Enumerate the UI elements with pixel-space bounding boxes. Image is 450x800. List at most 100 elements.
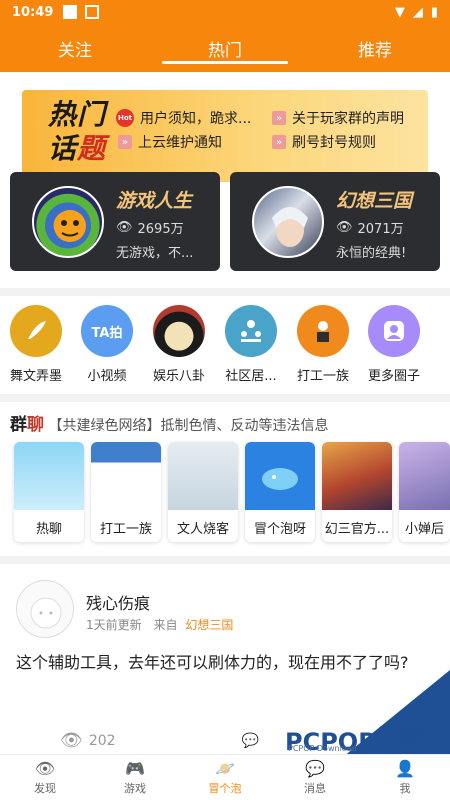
- group-chat-notice: 【共建绿色网络】抵制色情、反动等违法信息: [48, 418, 329, 434]
- hot-topic-item[interactable]: » 刷号封号规则: [272, 132, 376, 152]
- section-divider: [0, 556, 450, 564]
- notification-icon: [63, 5, 78, 19]
- eye-icon: 👁: [34, 759, 56, 778]
- group-thumbnail: [168, 442, 238, 510]
- circle-label: 更多圈子: [367, 369, 420, 384]
- game-description: 无游戏，不...: [116, 246, 194, 261]
- group-card[interactable]: 幻三官方...: [322, 442, 392, 542]
- group-label: 打工一族: [99, 522, 152, 537]
- nav-discover[interactable]: 👁 发现: [0, 755, 90, 800]
- whale-icon: [245, 442, 315, 510]
- post-source-link[interactable]: 幻想三国: [185, 618, 233, 632]
- circle-shequjumin[interactable]: 社区居...: [221, 305, 281, 384]
- tab-hot[interactable]: 热门: [150, 24, 300, 72]
- circle-label: 娱乐八卦: [152, 369, 205, 384]
- watermark-sub: PCPOP Download: [288, 744, 357, 753]
- group-thumbnail: [399, 442, 450, 510]
- user-icon: 👤: [395, 759, 415, 778]
- hot-topic-item[interactable]: Hot 用户须知，跪求...: [116, 108, 251, 128]
- section-divider: [0, 394, 450, 402]
- game-card-huanxiangsanguo[interactable]: 幻想三国 👁 2071万 永恒的经典!: [230, 172, 440, 271]
- game-card-youxirensheng[interactable]: 游戏人生 👁 2695万 无游戏，不...: [10, 172, 220, 271]
- circle-dagongyizu[interactable]: 打工一族: [293, 305, 353, 384]
- group-card[interactable]: 小婵后: [399, 442, 450, 542]
- circle-more[interactable]: 更多圈子: [364, 305, 424, 384]
- status-bar: 10:49 ▼ ◢ ▮: [0, 0, 450, 24]
- group-title-b: 聊: [27, 415, 44, 435]
- circle-label: 舞文弄墨: [9, 369, 62, 384]
- post-from-label: 来自: [153, 618, 178, 632]
- group-label: 冒个泡呀: [253, 522, 306, 537]
- nav-messages[interactable]: 💬 消息: [270, 755, 360, 800]
- cloud-icon: [14, 442, 84, 510]
- group-card[interactable]: 打工一族: [91, 442, 161, 542]
- game-name: 幻想三国: [336, 190, 413, 212]
- eye-icon: 👁: [60, 730, 83, 751]
- group-card[interactable]: 文人烧客: [168, 442, 238, 542]
- group-label: 幻三官方...: [324, 522, 390, 537]
- eye-icon: 👁: [336, 220, 353, 235]
- post-view-count: 202: [88, 732, 116, 749]
- wifi-icon: ▼: [394, 4, 405, 20]
- chat-icon: 💬: [305, 759, 325, 778]
- hot-topic-label: 用户须知，跪求...: [140, 111, 252, 127]
- circle-wuwennongmo[interactable]: 舞文弄墨: [6, 305, 66, 384]
- hot-topic-label: 刷号封号规则: [292, 135, 376, 151]
- hot-topic-label: 关于玩家群的声明: [292, 111, 404, 127]
- hot-topic-label: 上云维护通知: [138, 135, 222, 151]
- top-tab-bar: 关注 热门 推荐: [0, 24, 450, 72]
- group-card[interactable]: 热聊: [14, 442, 84, 542]
- signal-icon: ◢: [412, 4, 423, 20]
- video-icon: TA拍: [81, 305, 133, 357]
- hot-topics-banner: 热门 话题 Hot 用户须知，跪求... » 关于玩家群的声明 » 上云维护通知…: [22, 90, 428, 182]
- group-thumbnail: [91, 442, 161, 510]
- quill-icon: [10, 305, 62, 357]
- community-icon: [225, 305, 277, 357]
- circle-xiaoshipin[interactable]: TA拍 小视频: [77, 305, 137, 384]
- hot-topics-title: 热门 话题: [48, 98, 106, 166]
- post-username[interactable]: 残心伤痕: [86, 590, 150, 614]
- avatar[interactable]: [16, 580, 74, 638]
- nav-label: 我: [399, 782, 411, 795]
- post-meta: 1天前更新 来自 幻想三国: [86, 616, 233, 633]
- group-label: 小婵后: [404, 522, 444, 537]
- gamepad-icon: 🎮: [125, 759, 145, 778]
- double-arrow-icon: »: [118, 135, 132, 149]
- battery-icon: ▮: [430, 4, 438, 20]
- tab-recommend[interactable]: 推荐: [300, 24, 450, 72]
- group-chat-header: 群聊 【共建绿色网络】抵制色情、反动等违法信息: [10, 410, 328, 435]
- game-description: 永恒的经典!: [336, 246, 407, 261]
- opera-mask-icon: [153, 305, 205, 357]
- nav-label: 冒个泡: [208, 782, 242, 795]
- nav-label: 游戏: [124, 782, 146, 795]
- group-thumbnail: [322, 442, 392, 510]
- hot-topic-item[interactable]: » 上云维护通知: [118, 132, 222, 152]
- game-views: 👁 2695万: [116, 218, 184, 237]
- hot-title-char-a: 话: [48, 132, 78, 165]
- circles-row: 舞文弄墨 TA拍 小视频 娱乐八卦 社区居... 打工一族 更多圈子: [0, 305, 450, 385]
- worker-icon: [297, 305, 349, 357]
- nav-label: 发现: [34, 782, 56, 795]
- circle-yulebagua[interactable]: 娱乐八卦: [149, 305, 209, 384]
- eye-icon: 👁: [116, 220, 133, 235]
- group-label: 文人烧客: [176, 522, 229, 537]
- double-arrow-icon: »: [272, 111, 286, 125]
- game-avatar: [32, 186, 104, 258]
- circle-label: 社区居...: [225, 369, 277, 384]
- game-views-count: 2071万: [357, 222, 404, 237]
- hot-topic-item[interactable]: » 关于玩家群的声明: [272, 108, 404, 128]
- nav-bubble[interactable]: 🪐 冒个泡: [180, 755, 270, 800]
- tab-follow[interactable]: 关注: [0, 24, 150, 72]
- group-card[interactable]: 冒个泡呀: [245, 442, 315, 542]
- double-arrow-icon: »: [272, 135, 286, 149]
- user-group-icon: [368, 305, 420, 357]
- circle-label: 打工一族: [296, 369, 349, 384]
- hot-title-char-b: 题: [77, 132, 107, 165]
- circle-label: 小视频: [87, 369, 127, 384]
- bottom-nav: 👁 发现 🎮 游戏 🪐 冒个泡 💬 消息 👤 我: [0, 754, 450, 800]
- nav-me[interactable]: 👤 我: [360, 755, 450, 800]
- nav-games[interactable]: 🎮 游戏: [90, 755, 180, 800]
- game-name: 游戏人生: [116, 190, 193, 212]
- hot-title-line1: 热门: [48, 98, 107, 131]
- planet-icon: 🪐: [215, 759, 235, 778]
